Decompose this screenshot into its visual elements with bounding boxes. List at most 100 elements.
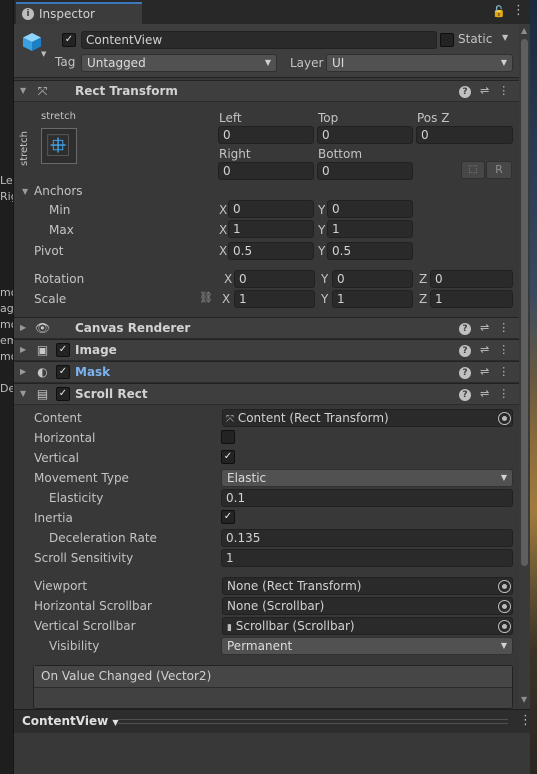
left-field[interactable]: 0	[218, 126, 314, 144]
content-object-field[interactable]: ⤧ Content (Rect Transform)	[222, 409, 513, 427]
scroll-rect-enabled-checkbox[interactable]: ✓	[56, 387, 70, 401]
preset-sliders-icon[interactable]: ⇌	[480, 343, 489, 357]
chevron-down-icon: ▼	[500, 58, 507, 67]
movement-type-value: Elastic	[227, 471, 267, 485]
pivot-label: Pivot	[34, 244, 64, 258]
object-picker-icon[interactable]	[498, 580, 511, 593]
help-icon[interactable]: ?	[459, 367, 471, 379]
help-icon[interactable]: ?	[459, 389, 471, 401]
visibility-dropdown[interactable]: Permanent ▼	[221, 637, 513, 655]
help-icon[interactable]: ?	[459, 345, 471, 357]
left-fragment: mo	[0, 318, 13, 331]
kebab-icon[interactable]: ⋮	[498, 343, 509, 357]
kebab-icon[interactable]: ⋮	[498, 84, 509, 98]
rotation-z-field[interactable]: 0	[430, 270, 513, 288]
scroll-down-arrow-icon[interactable]: ▼	[521, 695, 527, 704]
anchor-max-x-field[interactable]: 1	[228, 220, 314, 238]
kebab-icon[interactable]: ⋮	[498, 321, 509, 335]
scrollbar-thumb[interactable]	[521, 39, 528, 566]
inertia-checkbox[interactable]: ✓	[221, 510, 235, 524]
rotation-x-field[interactable]: 0	[234, 270, 315, 288]
image-header[interactable]: ▶ ▣ ✓ Image ? ⇌ ⋮	[14, 339, 519, 361]
static-checkbox[interactable]	[440, 33, 454, 47]
pivot-y-field[interactable]: 0.5	[327, 242, 413, 260]
horizontal-checkbox[interactable]	[221, 430, 235, 444]
anchor-presets-button[interactable]	[41, 128, 77, 164]
tab-inspector[interactable]: i Inspector	[16, 2, 142, 24]
horizontal-scrollbar-object-field[interactable]: None (Scrollbar)	[222, 597, 513, 615]
right-field[interactable]: 0	[218, 162, 314, 180]
selection-dropdown[interactable]: ContentView ▼	[22, 714, 119, 728]
active-checkbox[interactable]: ✓	[62, 33, 76, 47]
help-icon[interactable]: ?	[459, 323, 471, 335]
pivot-x-field[interactable]: 0.5	[228, 242, 314, 260]
scale-label: Scale	[34, 292, 67, 306]
lock-icon[interactable]: 🔓	[492, 5, 506, 18]
movement-type-dropdown[interactable]: Elastic ▼	[221, 469, 513, 487]
foldout-collapsed-icon[interactable]: ▶	[20, 345, 26, 354]
foldout-collapsed-icon[interactable]: ▶	[20, 367, 26, 376]
tag-dropdown[interactable]: Untagged ▼	[81, 54, 277, 72]
elasticity-field[interactable]: 0.1	[221, 489, 513, 507]
foldout-expanded-icon[interactable]: ▼	[20, 86, 26, 95]
posz-field[interactable]: 0	[416, 126, 513, 144]
x-axis-label: X	[219, 244, 228, 258]
top-field[interactable]: 0	[317, 126, 413, 144]
canvas-renderer-header[interactable]: ▶ 👁 Canvas Renderer ? ⇌ ⋮	[14, 317, 519, 339]
anchors-foldout-icon[interactable]: ▼	[22, 187, 28, 196]
scale-z-field[interactable]: 1	[430, 290, 513, 308]
preset-sliders-icon[interactable]: ⇌	[480, 321, 489, 335]
left-docked-panel-edge: Lef Rig mo age mo em mo Der	[0, 0, 14, 774]
object-picker-icon[interactable]	[498, 620, 511, 633]
resize-grip[interactable]	[118, 719, 508, 724]
top-label: Top	[318, 111, 339, 125]
scale-y-field[interactable]: 1	[332, 290, 413, 308]
foldout-expanded-icon[interactable]: ▼	[20, 389, 26, 398]
kebab-icon[interactable]: ⋮	[498, 387, 509, 401]
x-axis-label: X	[224, 272, 233, 286]
constrain-proportions-link-icon[interactable]: ⛓	[199, 291, 213, 304]
bottom-field[interactable]: 0	[317, 162, 413, 180]
vertical-scrollbar-object-field[interactable]: ▮ Scrollbar (Scrollbar)	[222, 617, 513, 635]
scroll-up-arrow-icon[interactable]: ▲	[521, 26, 527, 35]
gameobject-cube-icon[interactable]	[21, 31, 43, 53]
elasticity-label: Elasticity	[49, 491, 104, 505]
layer-dropdown[interactable]: UI ▼	[326, 54, 513, 72]
kebab-icon[interactable]: ⋮	[512, 3, 525, 18]
anchor-min-x-field[interactable]: 0	[228, 200, 314, 218]
image-enabled-checkbox[interactable]: ✓	[56, 343, 70, 357]
scroll-sensitivity-field[interactable]: 1	[221, 549, 513, 567]
on-value-changed-event: On Value Changed (Vector2)	[33, 665, 513, 709]
preset-sliders-icon[interactable]: ⇌	[480, 387, 489, 401]
selection-label: ContentView	[22, 714, 109, 728]
mask-header[interactable]: ▶ ◐ ✓ Mask ? ⇌ ⋮	[14, 361, 519, 383]
object-picker-icon[interactable]	[498, 600, 511, 613]
anchor-stretch-icon	[47, 134, 69, 156]
preset-sliders-icon[interactable]: ⇌	[480, 84, 489, 98]
viewport-object-field[interactable]: None (Rect Transform)	[222, 577, 513, 595]
preset-sliders-icon[interactable]: ⇌	[480, 365, 489, 379]
rotation-y-field[interactable]: 0	[332, 270, 413, 288]
help-icon[interactable]: ?	[459, 86, 471, 98]
anchor-min-y-field[interactable]: 0	[327, 200, 413, 218]
left-fragment: em	[0, 334, 13, 347]
kebab-icon[interactable]: ⋮	[519, 713, 530, 728]
raw-edit-button[interactable]: R	[486, 161, 512, 179]
foldout-collapsed-icon[interactable]: ▶	[20, 323, 26, 332]
deceleration-rate-field[interactable]: 0.135	[221, 529, 513, 547]
blueprint-mode-button[interactable]: ⬚	[461, 161, 485, 179]
mask-enabled-checkbox[interactable]: ✓	[56, 365, 70, 379]
vertical-checkbox[interactable]: ✓	[221, 450, 235, 464]
anchor-max-y-field[interactable]: 1	[327, 220, 413, 238]
visibility-label: Visibility	[49, 639, 100, 653]
scale-x-field[interactable]: 1	[234, 290, 315, 308]
icon-dropdown-caret-icon[interactable]: ▼	[41, 50, 46, 58]
object-name-field[interactable]: ContentView	[81, 31, 437, 49]
scroll-rect-header[interactable]: ▼ ▤ ✓ Scroll Rect ? ⇌ ⋮	[14, 383, 519, 405]
component-title: Canvas Renderer	[75, 321, 191, 335]
object-picker-icon[interactable]	[498, 412, 511, 425]
rect-transform-header[interactable]: ▼ ⤧ Rect Transform ? ⇌ ⋮	[14, 80, 519, 102]
kebab-icon[interactable]: ⋮	[498, 365, 509, 379]
static-dropdown-caret-icon[interactable]: ▼	[502, 33, 508, 42]
inspector-scrollbar[interactable]: ▲ ▼	[519, 24, 530, 709]
